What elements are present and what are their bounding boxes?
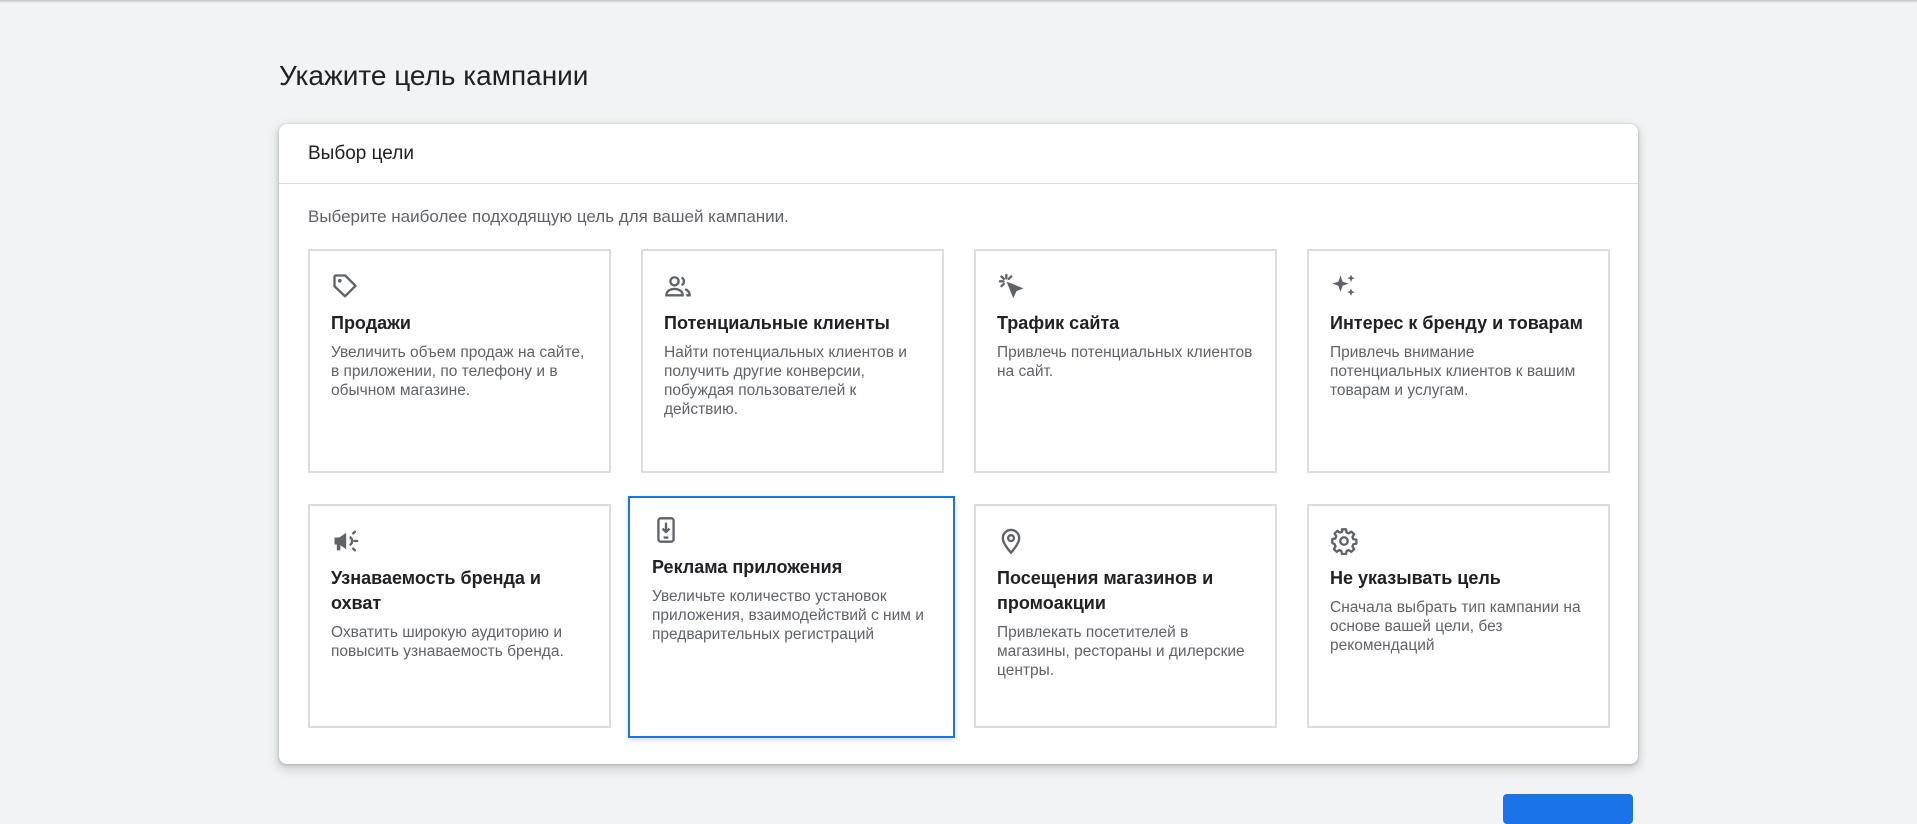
goal-title: Посещения магазинов и промоакции (997, 568, 1214, 613)
continue-button[interactable] (1503, 794, 1633, 824)
goal-description: Увеличьте количество установок приложени… (652, 588, 924, 643)
page-title: Укажите цель кампании (279, 60, 589, 91)
goal-title: Узнаваемость бренда и охват (331, 568, 541, 613)
phone-download-icon (652, 516, 680, 544)
goal-description: Увеличить объем продаж на сайте, в прило… (331, 344, 585, 399)
cursor-click-icon (997, 272, 1025, 300)
goal-title: Продажи (331, 313, 411, 333)
goal-description: Привлекать посетителей в магазины, ресто… (997, 624, 1245, 679)
goal-tile-store-visits[interactable]: Посещения магазинов и промоакции Привлек… (974, 504, 1277, 728)
goal-tile-leads[interactable]: Потенциальные клиенты Найти потенциальны… (641, 249, 944, 473)
goal-title: Реклама приложения (652, 557, 843, 577)
card-header-title: Выбор цели (308, 142, 414, 164)
goal-description: Сначала выбрать тип кампании на основе в… (1330, 599, 1581, 654)
goal-description: Привлечь потенциальных клиентов на сайт. (997, 344, 1253, 380)
card-header: Выбор цели (279, 124, 1638, 184)
goal-tile-brand-interest[interactable]: Интерес к бренду и товарам Привлечь вним… (1307, 249, 1610, 473)
goal-tile-sales[interactable]: Продажи Увеличить объем продаж на сайте,… (308, 249, 611, 473)
goal-description: Охватить широкую аудиторию и повысить уз… (331, 624, 564, 660)
goal-title: Интерес к бренду и товарам (1330, 313, 1583, 333)
tag-icon (331, 272, 359, 300)
goal-title: Трафик сайта (997, 313, 1120, 333)
card-subtitle: Выберите наиболее подходящую цель для ва… (308, 207, 789, 226)
goal-tile-brand-awareness[interactable]: Узнаваемость бренда и охват Охватить шир… (308, 504, 611, 728)
location-pin-icon (997, 527, 1025, 555)
goal-description: Привлечь внимание потенциальных клиентов… (1330, 344, 1576, 399)
goal-description: Найти потенциальных клиентов и получить … (664, 344, 907, 418)
people-icon (664, 272, 692, 300)
gear-icon (1330, 527, 1358, 555)
top-shadow (0, 0, 1917, 3)
sparkle-icon (1330, 272, 1358, 300)
megaphone-icon (331, 527, 359, 555)
goal-selection-card: Выбор цели Выберите наиболее подходящую … (279, 124, 1638, 764)
goal-title: Потенциальные клиенты (664, 313, 890, 333)
goal-tile-website-traffic[interactable]: Трафик сайта Привлечь потенциальных клие… (974, 249, 1277, 473)
goal-tile-no-goal[interactable]: Не указывать цель Сначала выбрать тип ка… (1307, 504, 1610, 728)
goal-tile-app-promotion[interactable]: Реклама приложения Увеличьте количество … (628, 496, 955, 738)
goal-title: Не указывать цель (1330, 568, 1501, 588)
